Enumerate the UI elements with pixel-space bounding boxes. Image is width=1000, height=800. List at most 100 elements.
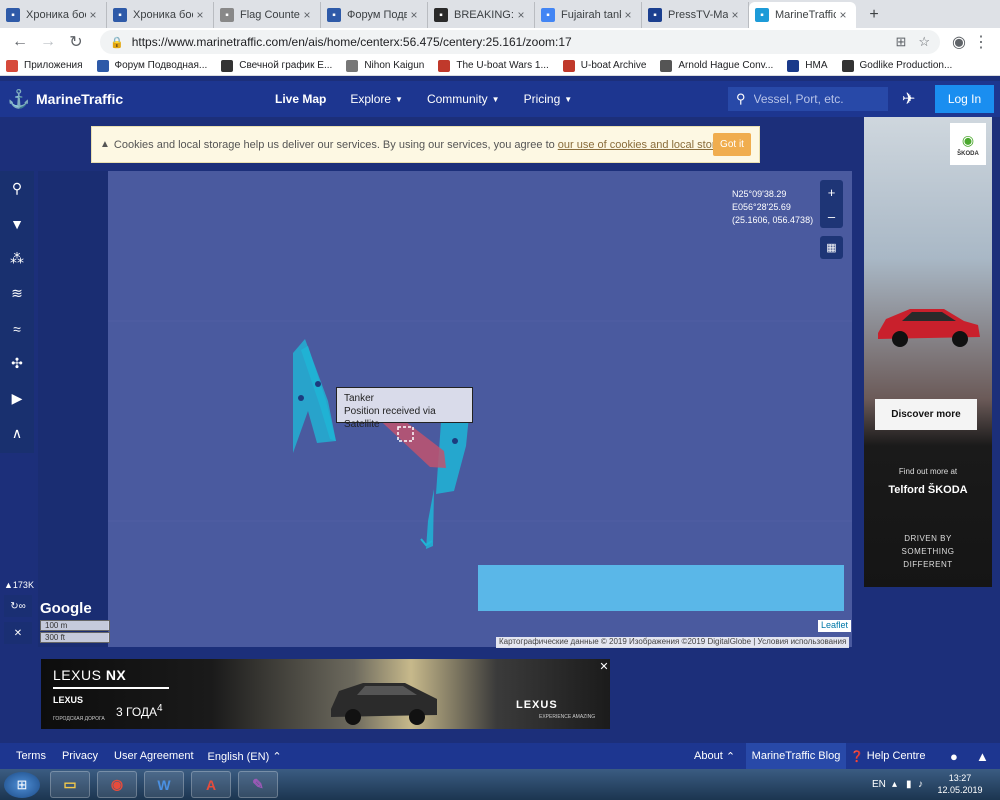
browser-tab[interactable]: ▪ PressTV-Mas ×	[642, 2, 749, 28]
system-clock[interactable]: 13:27 12.05.2019	[930, 772, 990, 796]
bookmark-item[interactable]: U-boat Archive	[562, 59, 646, 72]
about-menu[interactable]: About ⌃	[694, 743, 735, 769]
notifications-icon[interactable]: ✈	[902, 89, 915, 109]
tab-title: Форум Подв	[347, 9, 407, 21]
vessel-type: Tanker	[344, 393, 375, 404]
browser-tab[interactable]: ▪ Хроника бое ×	[107, 2, 214, 28]
offer-text: 3 ГОДА	[116, 705, 158, 719]
cookie-text: Cookies and local storage help us delive…	[113, 138, 555, 151]
tray-chevron-icon[interactable]: ▴	[892, 769, 897, 800]
clock-time: 13:27	[948, 773, 972, 783]
close-tab-icon[interactable]: ×	[621, 8, 635, 22]
forward-button[interactable]: →	[36, 30, 60, 54]
word-icon[interactable]: W	[144, 771, 184, 798]
map-search-icon[interactable]: ⚲	[0, 171, 34, 206]
bookmark-item[interactable]: Свечной график E...	[221, 59, 332, 72]
close-tab-icon[interactable]: ×	[407, 8, 421, 22]
presstv-icon: ▪	[648, 8, 662, 22]
leaflet-link[interactable]: Leaflet	[818, 620, 852, 632]
bookmark-item[interactable]: Arnold Hague Conv...	[660, 59, 773, 72]
close-tab-icon[interactable]: ×	[300, 8, 314, 22]
weather-icon[interactable]: ≈	[0, 311, 34, 346]
play-icon[interactable]: ▶	[0, 381, 34, 416]
footer-terms-link[interactable]: Terms	[16, 750, 46, 762]
paint-icon[interactable]: ✎	[238, 771, 278, 798]
nav-explore[interactable]: Explore ▼	[350, 92, 403, 106]
fleet-icon[interactable]: ⁂	[0, 241, 34, 276]
browser-tab[interactable]: ▪ Хроника бое ×	[0, 2, 107, 28]
measure-icon[interactable]: ✣	[0, 346, 34, 381]
footer-user-agreement-link[interactable]: User Agreement	[114, 750, 193, 762]
address-bar[interactable]: 🔒 https://www.marinetraffic.com/en/ais/h…	[100, 30, 940, 54]
chrome-icon[interactable]: ◉	[97, 771, 137, 798]
back-button[interactable]: ←	[8, 30, 32, 54]
close-tab-icon[interactable]: ×	[193, 8, 207, 22]
bookmark-item[interactable]: Godlike Production...	[841, 59, 952, 72]
acrobat-icon[interactable]: A	[191, 771, 231, 798]
ship-icon: ▲	[4, 580, 13, 590]
nav-live-map[interactable]: Live Map	[275, 92, 326, 106]
close-tab-icon[interactable]: ×	[86, 8, 100, 22]
close-ad-icon[interactable]: ✕	[598, 660, 610, 673]
skoda-ad[interactable]: ◉ ŠKODA Discover more Find out more at Te…	[864, 117, 992, 587]
filter-icon[interactable]: ▼	[0, 206, 34, 241]
volume-icon[interactable]: ♪	[918, 769, 923, 800]
forum-icon: ▪	[113, 8, 127, 22]
tab-title: MarineTraffic	[775, 9, 836, 21]
map-type-icon[interactable]: ▦	[820, 236, 843, 259]
close-tab-icon[interactable]: ×	[514, 8, 528, 22]
lexus-ad[interactable]: LEXUS NX LEXUS ГОРОДСКАЯ ДОРОГА 3 ГОДА4 …	[41, 659, 610, 729]
layers-icon[interactable]: ≋	[0, 276, 34, 311]
bookmark-item[interactable]: Nihon Kaigun	[346, 59, 424, 72]
bookmark-star-icon[interactable]: ☆	[918, 34, 930, 50]
keyboard-language[interactable]: EN	[872, 769, 886, 800]
chrome-menu-icon[interactable]: ⋮	[970, 30, 992, 54]
close-tab-icon[interactable]: ×	[836, 8, 850, 22]
clock-date: 12.05.2019	[937, 785, 983, 795]
language-selector[interactable]: English (EN) ⌃	[208, 750, 282, 763]
vessel-marker[interactable]	[426, 489, 434, 549]
refresh-icon[interactable]: ↻∞	[4, 595, 32, 617]
compass-icon[interactable]: ∧	[0, 416, 34, 451]
help-centre-link[interactable]: ❓ Help Centre	[850, 743, 925, 769]
new-tab-button[interactable]: +	[862, 3, 886, 27]
marinetraffic-logo[interactable]: ⚓ MarineTraffic	[8, 88, 263, 110]
browser-tab[interactable]: ▪ BREAKING: IS×	[428, 2, 535, 28]
bookmark-item[interactable]: Форум Подводная...	[96, 59, 207, 72]
android-app-icon[interactable]: ▲	[976, 743, 989, 769]
start-button-icon[interactable]: ⊞	[4, 772, 40, 798]
vessel-search-input[interactable]	[753, 92, 874, 106]
browser-tab[interactable]: ▪ Flag Counter ×	[214, 2, 321, 28]
translate-icon[interactable]: ⊞	[895, 34, 906, 50]
tab-title: Хроника бое	[26, 9, 86, 21]
blog-link[interactable]: MarineTraffic Blog	[746, 743, 846, 769]
ad-slogan-line: DRIVEN BY	[904, 534, 952, 543]
profile-icon[interactable]: ◉	[948, 30, 970, 54]
zoom-in-button[interactable]: +	[820, 180, 843, 204]
nav-community[interactable]: Community ▼	[427, 92, 500, 106]
browser-tab[interactable]: ▪ Форум Подв ×	[321, 2, 428, 28]
apple-app-icon[interactable]: ●	[950, 743, 958, 769]
map-overlay-panel[interactable]	[478, 565, 844, 611]
browser-tab[interactable]: ▪ MarineTraffic ×	[749, 2, 856, 28]
bookmark-item[interactable]: Приложения	[6, 59, 83, 72]
browser-tab[interactable]: ▪ Fujairah tank ×	[535, 2, 642, 28]
explorer-icon[interactable]: ▭	[50, 771, 90, 798]
network-icon[interactable]: ▮	[906, 769, 912, 800]
nav-pricing[interactable]: Pricing ▼	[524, 92, 573, 106]
nav-community-label: Community	[426, 92, 488, 106]
footer-privacy-link[interactable]: Privacy	[62, 750, 98, 762]
cookie-policy-link[interactable]: our use of cookies and local storage	[558, 139, 734, 151]
bookmark-item[interactable]: HMA	[787, 59, 828, 72]
fullscreen-icon[interactable]: ✕	[4, 622, 32, 644]
discover-more-button[interactable]: Discover more	[875, 399, 977, 430]
bookmarks-bar: Приложения Форум Подводная... Свечной граф…	[0, 56, 1000, 76]
globe-icon	[346, 59, 359, 72]
bookmark-item[interactable]: The U-boat Wars 1...	[438, 59, 549, 72]
login-button[interactable]: Log In	[935, 85, 994, 113]
close-tab-icon[interactable]: ×	[728, 8, 742, 22]
zoom-out-button[interactable]: –	[820, 204, 843, 228]
cookie-accept-button[interactable]: Got it	[713, 133, 751, 156]
vessel-marker-dot	[298, 395, 304, 401]
reload-button[interactable]: ↻	[64, 30, 88, 54]
